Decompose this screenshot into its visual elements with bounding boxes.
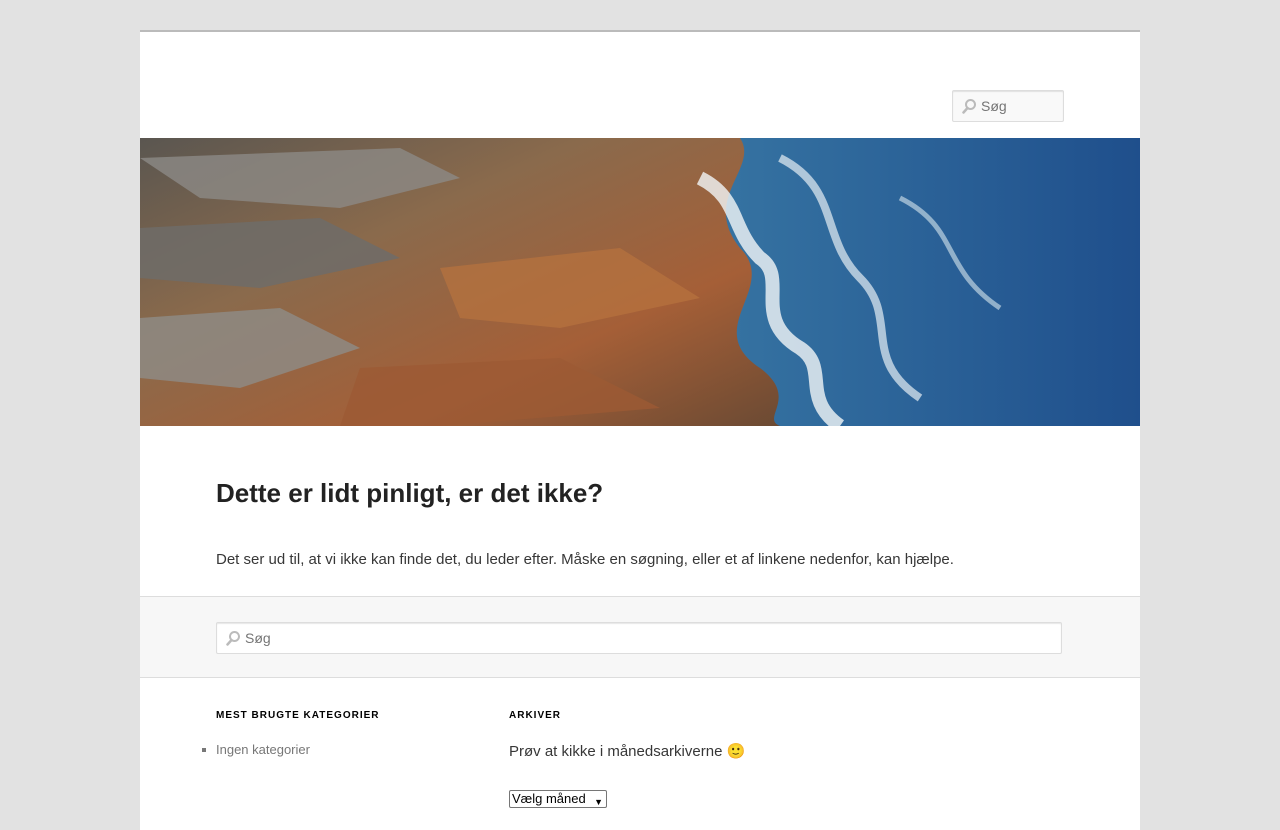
- main-search-input[interactable]: [245, 623, 1045, 653]
- header-image[interactable]: [140, 138, 1140, 426]
- header-search-input[interactable]: [981, 91, 1061, 121]
- not-found-message: Det ser ud til, at vi ikke kan finde det…: [216, 551, 954, 568]
- search-icon: [962, 99, 976, 114]
- main-search[interactable]: [216, 622, 1062, 654]
- search-icon: [226, 631, 240, 646]
- page-container: Dette er lidt pinligt, er det ikke? Det …: [140, 30, 1140, 830]
- chevron-down-icon: ▼: [594, 797, 603, 807]
- archives-message: Prøv at kikke i månedsarkiverne 🙂: [509, 743, 746, 760]
- month-select-value: Vælg måned: [512, 791, 586, 806]
- categories-list: Ingen kategorier: [202, 742, 310, 757]
- archives-widget-title: ARKIVER: [509, 710, 562, 721]
- list-item: Ingen kategorier: [202, 742, 310, 757]
- page-title: Dette er lidt pinligt, er det ikke?: [216, 478, 604, 508]
- categories-widget-title: MEST BRUGTE KATEGORIER: [216, 710, 380, 721]
- header-search[interactable]: [952, 90, 1064, 122]
- month-select[interactable]: Vælg måned ▼: [509, 790, 607, 808]
- search-section: [140, 596, 1140, 678]
